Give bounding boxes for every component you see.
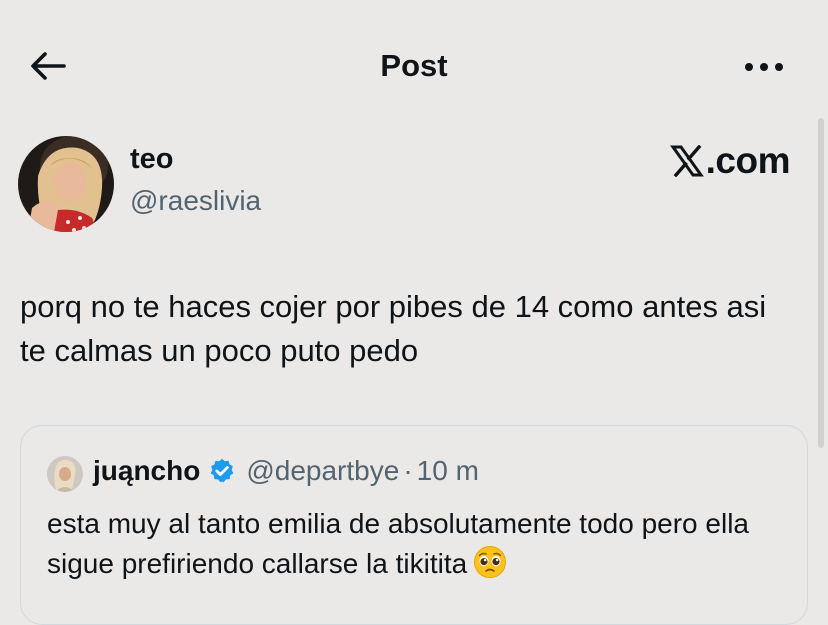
avatar[interactable]: [18, 136, 114, 232]
scrollbar[interactable]: [818, 118, 824, 448]
quoted-timestamp[interactable]: 10 m: [417, 455, 479, 487]
quoted-display-name[interactable]: juąncho: [93, 455, 200, 487]
x-watermark: .com: [669, 140, 791, 182]
post-text: porq no te haces cojer por pibes de 14 c…: [20, 289, 767, 368]
watermark-text: .com: [705, 140, 791, 181]
more-options-button[interactable]: [740, 52, 788, 82]
quoted-header: juąncho @departbye · 10 m: [93, 455, 479, 487]
page-title: Post: [380, 48, 448, 83]
dot-separator: ·: [403, 455, 413, 486]
verified-badge-icon: [208, 457, 236, 485]
pleading-face-icon: [473, 545, 507, 590]
quoted-handle[interactable]: @departbye: [246, 455, 399, 487]
top-bar: Post: [0, 0, 828, 130]
quoted-text: esta muy al tanto emilia de absolutament…: [47, 504, 787, 590]
quoted-post[interactable]: juąncho @departbye · 10 m esta muy al ta…: [20, 425, 808, 625]
quoted-text-content: esta muy al tanto emilia de absolutament…: [47, 508, 749, 579]
author-display-name[interactable]: teo: [130, 143, 174, 176]
quoted-avatar[interactable]: [47, 456, 83, 492]
author-handle[interactable]: @raeslivia: [130, 185, 261, 217]
more-horizontal-icon: [745, 63, 783, 71]
x-logo-icon: [669, 145, 704, 177]
